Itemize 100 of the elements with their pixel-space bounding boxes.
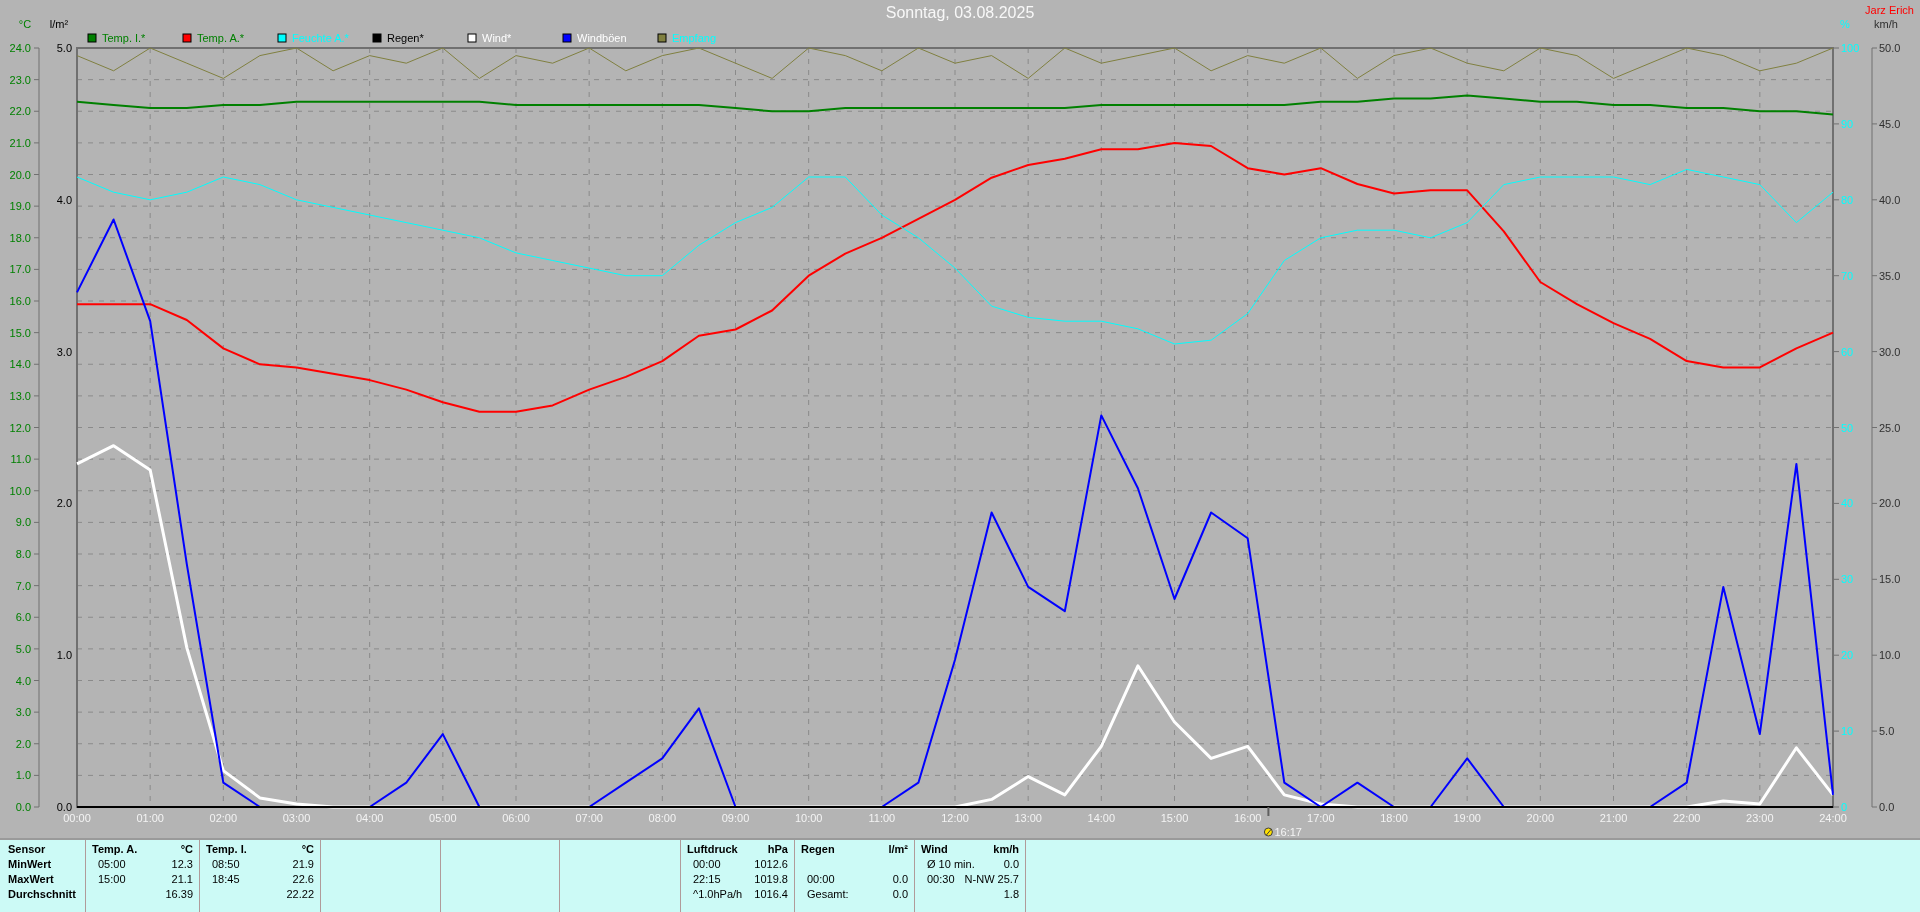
axis-tick-label: 20 (1841, 649, 1854, 662)
axis-tick-label: 15.0 (1879, 573, 1901, 586)
table-cell-text: 00:00 (692, 857, 721, 872)
row-label: MinWert (8, 857, 53, 872)
axis-tick-label: 30.0 (1879, 345, 1901, 358)
x-axis-label: 07:00 (575, 812, 603, 824)
table-header: °C (301, 842, 314, 857)
axis-tick-label: 5.0 (56, 42, 72, 54)
axis-tick-label: 22.0 (9, 105, 31, 118)
legend-label: Feuchte A.* (292, 32, 349, 44)
axis-tick-label: 10 (1841, 725, 1854, 738)
table-cell: 1.8 (1003, 887, 1019, 902)
x-axis-label: 22:00 (1672, 812, 1701, 824)
x-axis-label: 20:00 (1526, 812, 1555, 824)
x-axis-label: 13:00 (1014, 812, 1042, 824)
axis-tick-label: 50 (1841, 421, 1854, 434)
axis-tick-label: 19.0 (9, 200, 31, 213)
table-cell: 1016.4 (754, 887, 788, 902)
table-cell-text: Gesamt: (806, 887, 849, 902)
x-axis-label: 19:00 (1453, 812, 1481, 824)
table-cell-text: 18:45 (211, 872, 240, 887)
axis-unit-label: l/m² (49, 18, 69, 30)
table-cell: 1012.6 (754, 857, 788, 872)
x-axis-label: 15:00 (1160, 812, 1189, 824)
chart-title: Sonntag, 03.08.2025 (885, 4, 1035, 21)
axis-tick-label: 1.0 (15, 769, 31, 782)
axis-tick-label: 0.0 (56, 801, 72, 813)
x-axis-label: 00:00 (63, 812, 91, 824)
axis-tick-label: 60 (1841, 345, 1854, 358)
table-cell-text: 05:00 (97, 857, 126, 872)
x-axis-label: 14:00 (1087, 812, 1116, 824)
table-cell: 22.6 (292, 872, 314, 887)
axis-tick-label: 50.0 (1879, 42, 1901, 54)
table-cell: 22.22 (286, 887, 314, 902)
legend-label: Empfang (672, 32, 717, 44)
x-axis-label: 10:00 (794, 812, 823, 824)
table-cell-text: 00:30 (926, 872, 955, 887)
table-header: Luftdruck (687, 842, 738, 857)
axis-tick-label: 5.0 (1879, 725, 1895, 738)
table-header: Sensor (8, 842, 47, 857)
x-axis-label: 12:00 (941, 812, 969, 824)
table-header: °C (180, 842, 193, 857)
axis-tick-label: 24.0 (9, 42, 31, 54)
table-cell: 21.9 (292, 857, 314, 872)
axis-tick-label: 0 (1841, 801, 1848, 813)
row-label: Durchschnitt (8, 887, 77, 902)
axis-tick-label: 25.0 (1879, 421, 1901, 434)
axis-tick-label: 35.0 (1879, 269, 1901, 282)
table-cell: 1019.8 (754, 872, 788, 887)
axis-unit-label: % (1840, 18, 1850, 30)
axis-tick-label: 14.0 (9, 358, 31, 371)
axis-tick-label: 21.0 (9, 136, 31, 149)
table-header: Wind (921, 842, 948, 857)
table-cell-text: 08:50 (211, 857, 240, 872)
axis-tick-label: 18.0 (9, 231, 31, 244)
table-cell-text: 22:15 (692, 872, 721, 887)
x-axis-label: 17:00 (1307, 812, 1335, 824)
axis-tick-label: 70 (1841, 269, 1854, 282)
axis-tick-label: 40.0 (1879, 193, 1901, 206)
axis-tick-label: 8.0 (15, 548, 31, 560)
table-header: km/h (993, 842, 1019, 857)
x-axis-label: 04:00 (355, 812, 384, 824)
x-axis-label: 06:00 (502, 812, 530, 824)
table-cell: 0.0 (1003, 857, 1019, 872)
x-axis-label: 01:00 (136, 812, 164, 824)
axis-unit-label: km/h (1874, 18, 1898, 30)
axis-tick-label: 80 (1841, 193, 1854, 206)
axis-tick-label: 10.0 (9, 484, 31, 497)
table-cell: N-NW 25.7 (964, 872, 1019, 887)
axis-tick-label: 13.0 (9, 389, 31, 402)
axis-tick-label: 20.0 (9, 168, 31, 181)
table-cell: 21.1 (171, 872, 193, 887)
axis-tick-label: 23.0 (9, 73, 31, 86)
x-axis-label: 03:00 (282, 812, 311, 824)
axis-tick-label: 1.0 (56, 649, 72, 662)
axis-tick-label: 6.0 (15, 611, 31, 624)
legend-label: Windböen (577, 32, 627, 44)
table-header: hPa (767, 842, 788, 857)
axis-tick-label: 12.0 (9, 421, 31, 434)
x-axis-label: 11:00 (868, 812, 896, 824)
x-axis-label: 23:00 (1746, 812, 1774, 824)
axis-tick-label: 2.0 (56, 497, 72, 510)
x-axis-label: 05:00 (429, 812, 457, 824)
axis-tick-label: 16.0 (9, 295, 31, 307)
axis-tick-label: 40 (1841, 497, 1854, 510)
table-cell: 0.0 (892, 887, 908, 902)
axis-tick-label: 20.0 (1879, 497, 1901, 510)
x-axis-label: 24:00 (1819, 812, 1847, 824)
axis-tick-label: 9.0 (15, 516, 31, 529)
axis-tick-label: 0.0 (15, 801, 31, 813)
axis-tick-label: 2.0 (15, 737, 31, 750)
table-header: Temp. I. (206, 842, 247, 857)
legend-label: Regen* (387, 32, 424, 44)
axis-tick-label: 30 (1841, 573, 1854, 586)
axis-tick-label: 10.0 (1879, 649, 1901, 662)
axis-tick-label: 17.0 (9, 263, 31, 276)
x-axis-label: 21:00 (1599, 812, 1628, 824)
legend-label: Temp. I.* (102, 32, 146, 44)
axis-tick-label: 45.0 (1879, 117, 1901, 130)
table-header: Temp. A. (92, 842, 138, 857)
